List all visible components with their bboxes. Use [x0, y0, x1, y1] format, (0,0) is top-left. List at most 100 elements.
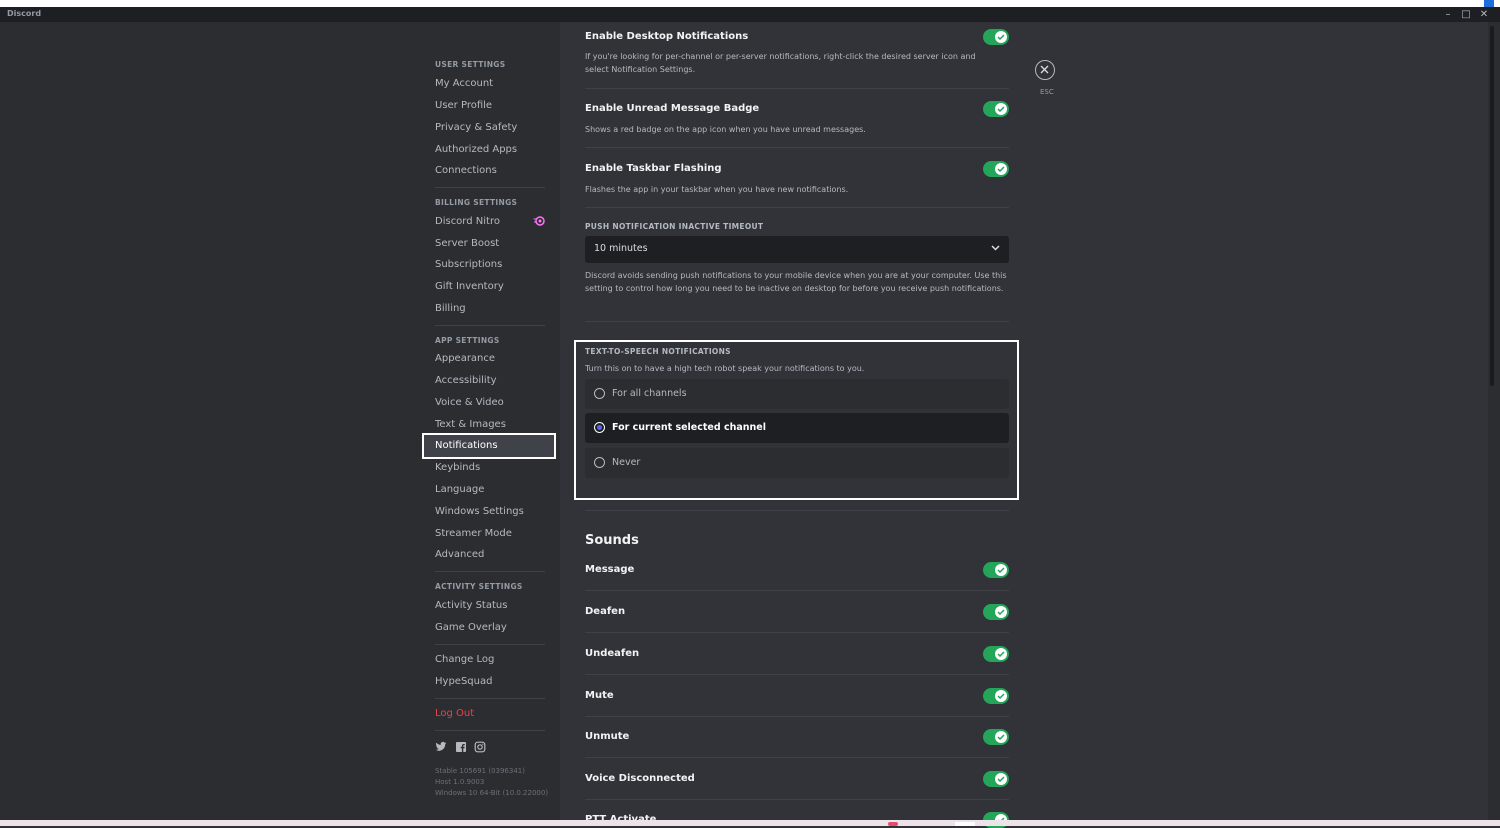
unread-badge-title: Enable Unread Message Badge — [585, 103, 760, 114]
sound-mute-toggle[interactable] — [983, 688, 1009, 704]
content-scrollbar[interactable] — [1488, 22, 1500, 820]
close-settings-button[interactable] — [1035, 60, 1055, 80]
separator — [585, 510, 1009, 511]
check-icon — [997, 166, 1005, 172]
separator — [585, 590, 1009, 591]
sidebar-item-language[interactable]: Language — [435, 484, 484, 495]
sidebar-item-windows-settings[interactable]: Windows Settings — [435, 506, 524, 517]
instagram-icon[interactable] — [474, 741, 486, 753]
check-icon — [997, 609, 1005, 615]
chevron-down-icon — [991, 245, 1000, 251]
sidebar-divider — [435, 571, 545, 572]
tts-option-never[interactable]: Never — [585, 448, 1009, 478]
sidebar-item-server-boost[interactable]: Server Boost — [435, 238, 499, 249]
separator — [585, 88, 1009, 89]
radio-circle — [594, 457, 605, 468]
sidebar-item-keybinds[interactable]: Keybinds — [435, 462, 480, 473]
sidebar-item-accessibility[interactable]: Accessibility — [435, 375, 497, 386]
radio-circle — [594, 388, 605, 399]
sidebar-item-my-account[interactable]: My Account — [435, 78, 493, 89]
sidebar-item-subscriptions[interactable]: Subscriptions — [435, 259, 502, 270]
check-icon — [997, 34, 1005, 40]
sound-deafen-label: Deafen — [585, 606, 626, 617]
desktop-notifications-description: If you're looking for per-channel or per… — [585, 52, 976, 74]
sidebar-item-user-profile[interactable]: User Profile — [435, 100, 492, 111]
check-icon — [997, 693, 1005, 699]
top-accent — [1484, 0, 1494, 7]
radio-label: For all channels — [612, 388, 687, 399]
sidebar-divider — [435, 698, 545, 699]
tts-description: Turn this on to have a high tech robot s… — [585, 364, 865, 373]
twitter-icon[interactable] — [435, 741, 447, 753]
sidebar-item-billing[interactable]: Billing — [435, 303, 466, 314]
sound-undeafen-label: Undeafen — [585, 648, 640, 659]
unread-badge-description: Shows a red badge on the app icon when y… — [585, 125, 866, 134]
close-icon — [1040, 65, 1049, 74]
taskbar-item — [955, 822, 975, 826]
sidebar-item-gift-inventory[interactable]: Gift Inventory — [435, 281, 504, 292]
sound-unmute-toggle[interactable] — [983, 729, 1009, 745]
sidebar-item-privacy-safety[interactable]: Privacy & Safety — [435, 122, 517, 133]
check-icon — [997, 106, 1005, 112]
version-line: Windows 10 64-Bit (10.0.22000) — [435, 789, 549, 797]
sidebar-item-appearance[interactable]: Appearance — [435, 353, 495, 364]
tts-option-all-channels[interactable]: For all channels — [585, 379, 1009, 409]
tts-option-current-channel[interactable]: For current selected channel — [585, 413, 1009, 443]
minimize-icon[interactable]: – — [1439, 7, 1457, 22]
window-close-icon[interactable]: ✕ — [1475, 7, 1493, 22]
sidebar-item-streamer-mode[interactable]: Streamer Mode — [435, 528, 512, 539]
separator — [585, 207, 1009, 208]
sidebar-item-advanced[interactable]: Advanced — [435, 549, 484, 560]
check-icon — [997, 567, 1005, 573]
app-title: Discord — [7, 9, 42, 18]
category-billing-settings: BILLING SETTINGS — [435, 198, 518, 207]
check-icon — [997, 651, 1005, 657]
sound-voice-disconnected-toggle[interactable] — [983, 771, 1009, 787]
maximize-icon[interactable]: □ — [1457, 7, 1475, 22]
tts-label: TEXT-TO-SPEECH NOTIFICATIONS — [585, 347, 731, 356]
push-timeout-description: Discord avoids sending push notification… — [585, 271, 1007, 293]
sound-undeafen-toggle[interactable] — [983, 646, 1009, 662]
category-activity-settings: ACTIVITY SETTINGS — [435, 582, 523, 591]
sidebar-item-notifications[interactable]: Notifications — [422, 433, 556, 459]
bottom-strip — [0, 820, 1500, 826]
radio-circle — [594, 422, 605, 433]
sound-message-label: Message — [585, 564, 635, 575]
sidebar-item-hypesquad[interactable]: HypeSquad — [435, 676, 492, 687]
sidebar-item-text-images[interactable]: Text & Images — [435, 419, 506, 430]
push-timeout-label: PUSH NOTIFICATION INACTIVE TIMEOUT — [585, 222, 764, 231]
separator — [585, 674, 1009, 675]
sound-deafen-toggle[interactable] — [983, 604, 1009, 620]
sidebar-item-connections[interactable]: Connections — [435, 165, 497, 176]
desktop-notifications-toggle[interactable] — [983, 29, 1009, 45]
taskbar-item — [888, 822, 898, 826]
logout-button[interactable]: Log Out — [435, 708, 474, 719]
sidebar-divider — [435, 644, 545, 645]
version-line: Stable 105691 (0396341) — [435, 767, 525, 775]
sidebar-divider — [435, 730, 545, 731]
sidebar-item-voice-video[interactable]: Voice & Video — [435, 397, 504, 408]
unread-badge-toggle[interactable] — [983, 101, 1009, 117]
sound-voice-disconnected-label: Voice Disconnected — [585, 773, 695, 784]
esc-label: ESC — [1040, 88, 1054, 96]
sidebar-item-game-overlay[interactable]: Game Overlay — [435, 622, 507, 633]
sound-message-toggle[interactable] — [983, 562, 1009, 578]
nitro-icon — [533, 216, 545, 226]
category-user-settings: USER SETTINGS — [435, 60, 506, 69]
sidebar-item-discord-nitro[interactable]: Discord Nitro — [435, 216, 500, 227]
taskbar-flashing-toggle[interactable] — [983, 161, 1009, 177]
sound-unmute-label: Unmute — [585, 731, 630, 742]
sidebar-item-authorized-apps[interactable]: Authorized Apps — [435, 144, 517, 155]
scrollbar-thumb[interactable] — [1490, 26, 1494, 386]
sidebar-divider — [435, 187, 545, 188]
check-icon — [997, 776, 1005, 782]
facebook-icon[interactable] — [455, 741, 467, 753]
push-timeout-select[interactable]: 10 minutes — [585, 236, 1009, 263]
push-timeout-value: 10 minutes — [594, 243, 648, 254]
check-icon — [997, 734, 1005, 740]
separator — [585, 799, 1009, 800]
sidebar-item-change-log[interactable]: Change Log — [435, 654, 494, 665]
sidebar-item-activity-status[interactable]: Activity Status — [435, 600, 507, 611]
category-app-settings: APP SETTINGS — [435, 336, 500, 345]
top-strip — [0, 0, 1500, 7]
